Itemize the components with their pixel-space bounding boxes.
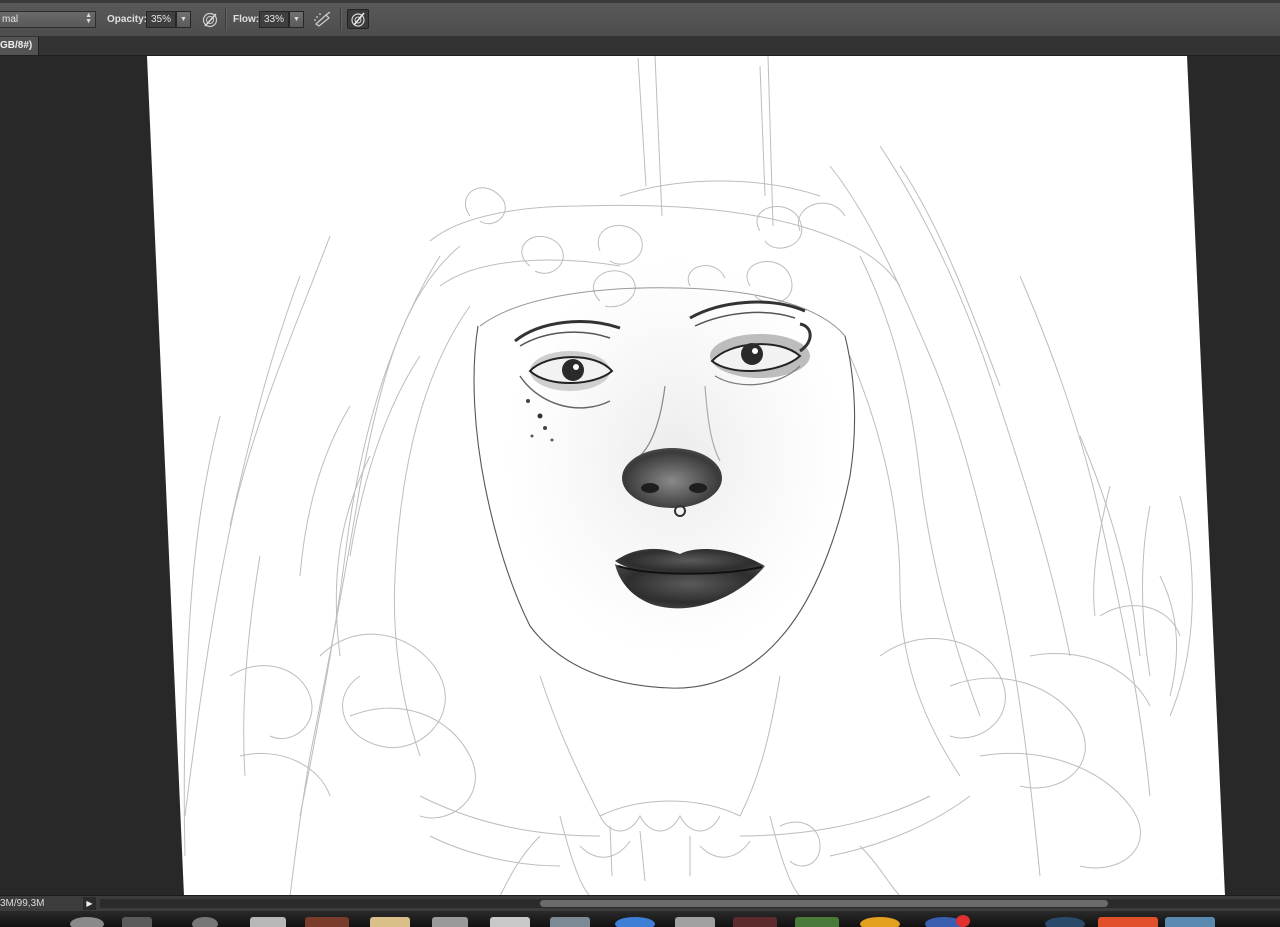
dock-app-icon[interactable] <box>733 917 777 927</box>
flow-field[interactable]: 33% <box>259 11 289 28</box>
separator <box>225 8 227 30</box>
chevron-down-icon: ▼ <box>293 16 300 23</box>
opacity-dropdown-button[interactable]: ▼ <box>176 11 191 28</box>
status-bar: 3M/99,3M ▶ <box>0 895 1280 912</box>
document-tab[interactable]: GB/8#) <box>0 37 40 55</box>
pressure-opacity-icon <box>202 12 218 28</box>
opacity-label: Opacity: <box>107 14 148 25</box>
document-size-readout: 3M/99,3M <box>0 898 45 909</box>
opacity-field[interactable]: 35% <box>146 11 176 28</box>
chevron-down-icon: ▼ <box>180 16 187 23</box>
blend-mode-value: mal <box>2 14 19 25</box>
menu-strip <box>0 0 1280 3</box>
dock-app-icon[interactable] <box>675 917 715 927</box>
document-tab-bar: GB/8#) <box>0 36 1280 56</box>
up-down-arrows-icon: ▲ ▼ <box>85 12 92 25</box>
airbrush-button[interactable] <box>312 9 334 29</box>
dock-app-icon[interactable] <box>370 917 410 927</box>
flow-dropdown-button[interactable]: ▼ <box>289 11 304 28</box>
status-menu-button[interactable]: ▶ <box>83 897 96 910</box>
dock-badge <box>956 915 970 927</box>
dock-app-icon[interactable] <box>490 917 530 927</box>
dock-app-icon[interactable] <box>860 917 900 927</box>
dock-app-icon[interactable] <box>1165 917 1215 927</box>
blend-mode-select[interactable]: mal ▲ ▼ <box>0 11 96 28</box>
dock-app-icon[interactable] <box>192 917 218 927</box>
airbrush-icon <box>314 11 331 27</box>
dock-app-icon[interactable] <box>432 917 468 927</box>
dock-app-icon[interactable] <box>305 917 349 927</box>
dock-app-icon[interactable] <box>550 917 590 927</box>
workspace[interactable] <box>0 56 1280 896</box>
horizontal-scroll-thumb[interactable] <box>540 900 1108 907</box>
pressure-size-button[interactable] <box>347 9 369 29</box>
document-canvas[interactable] <box>0 56 1280 896</box>
pressure-opacity-button[interactable] <box>199 9 221 29</box>
dock-app-icon[interactable] <box>70 917 104 927</box>
dock-app-icon[interactable] <box>250 917 286 927</box>
dock-app-icon[interactable] <box>795 917 839 927</box>
dock-app-icon[interactable] <box>1045 917 1085 927</box>
dock-app-icon[interactable] <box>615 917 655 927</box>
dock <box>0 911 1280 927</box>
separator <box>340 8 342 30</box>
horizontal-scrollbar[interactable] <box>100 899 1280 908</box>
options-bar: mal ▲ ▼ Opacity: 35% ▼ Flow: 33% ▼ <box>0 0 1280 37</box>
flow-label: Flow: <box>233 14 260 25</box>
pressure-size-icon <box>351 12 365 27</box>
dock-app-icon[interactable] <box>1098 917 1158 927</box>
dock-app-icon[interactable] <box>122 917 152 927</box>
play-arrow-icon: ▶ <box>86 899 93 908</box>
